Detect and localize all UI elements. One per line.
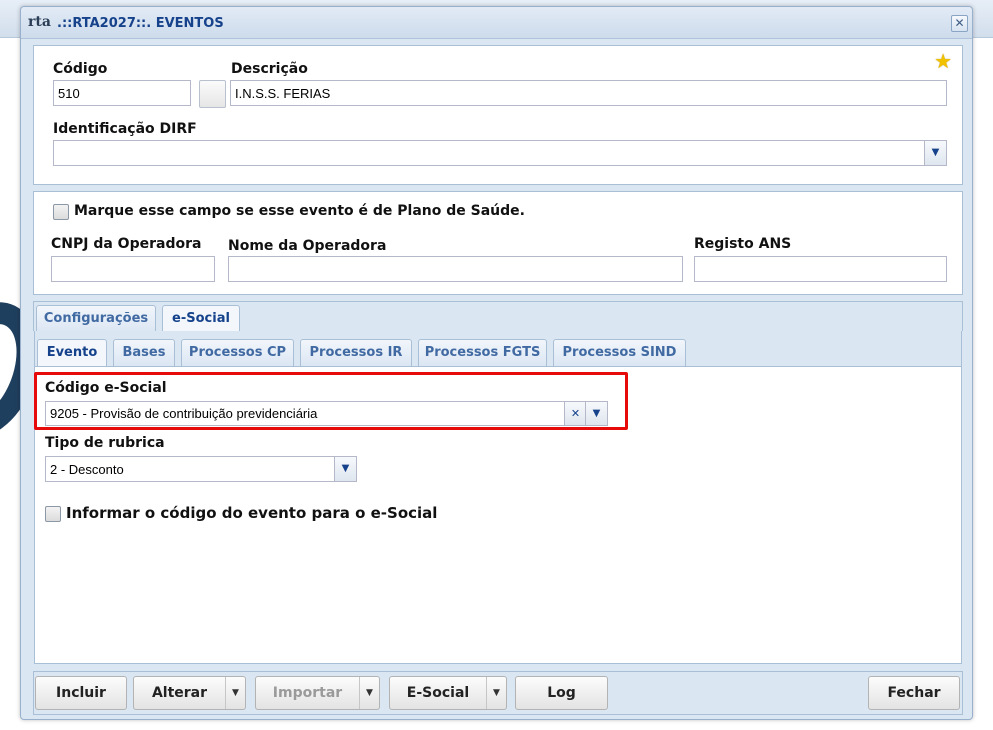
e-social-button-label: E-Social bbox=[406, 685, 470, 701]
descricao-label: Descrição bbox=[231, 61, 308, 77]
incluir-button[interactable]: Incluir bbox=[35, 676, 127, 710]
favorite-star-icon[interactable]: ★ bbox=[934, 49, 952, 73]
tipo-rubrica-select[interactable]: 2 - Desconto bbox=[45, 456, 357, 482]
dirf-label: Identificação DIRF bbox=[53, 121, 197, 137]
tab-e-social[interactable]: e-Social bbox=[162, 305, 240, 332]
log-button[interactable]: Log bbox=[515, 676, 608, 710]
codigo-lookup-button[interactable] bbox=[199, 80, 226, 108]
eventos-window: rta .::RTA2027::. EVENTOS ✕ ★ Código 510… bbox=[20, 6, 973, 720]
alterar-menu-arrow-icon[interactable]: ▼ bbox=[225, 677, 245, 709]
importar-button-label: Importar bbox=[272, 685, 343, 701]
tipo-rubrica-label: Tipo de rubrica bbox=[45, 435, 165, 451]
importar-button[interactable]: Importar ▼ bbox=[255, 676, 380, 710]
tab-configuracoes[interactable]: Configurações bbox=[36, 305, 156, 332]
e-social-button[interactable]: E-Social ▼ bbox=[389, 676, 507, 710]
tab-processos-fgts[interactable]: Processos FGTS bbox=[418, 339, 547, 366]
cnpj-field[interactable] bbox=[51, 256, 215, 282]
codigo-field[interactable]: 510 bbox=[53, 80, 191, 106]
alterar-button-label: Alterar bbox=[151, 685, 208, 701]
registo-ans-label: Registo ANS bbox=[694, 236, 792, 252]
dirf-dropdown-chevron-icon[interactable]: ▼ bbox=[924, 141, 946, 165]
importar-menu-arrow-icon[interactable]: ▼ bbox=[359, 677, 379, 709]
tab-processos-sind[interactable]: Processos SIND bbox=[553, 339, 686, 366]
fechar-button[interactable]: Fechar bbox=[868, 676, 960, 710]
informar-codigo-checkbox[interactable] bbox=[45, 506, 61, 522]
window-titlebar[interactable]: rta .::RTA2027::. EVENTOS ✕ bbox=[21, 7, 972, 39]
dirf-select[interactable] bbox=[53, 140, 947, 166]
tab-bases[interactable]: Bases bbox=[113, 339, 175, 366]
main-tab-strip: Configurações e-Social bbox=[33, 301, 963, 332]
plano-saude-checkbox-label: Marque esse campo se esse evento é de Pl… bbox=[74, 203, 525, 219]
e-social-menu-arrow-icon[interactable]: ▼ bbox=[486, 677, 506, 709]
app-logo-icon: rta bbox=[28, 14, 51, 30]
tab-processos-cp[interactable]: Processos CP bbox=[181, 339, 294, 366]
tipo-rubrica-chevron-down-icon[interactable]: ▼ bbox=[334, 457, 356, 481]
sub-tab-strip: Evento Bases Processos CP Processos IR P… bbox=[34, 331, 962, 367]
cnpj-label: CNPJ da Operadora bbox=[51, 236, 202, 252]
codigo-label: Código bbox=[53, 61, 108, 77]
registo-ans-field[interactable] bbox=[694, 256, 947, 282]
descricao-field[interactable]: I.N.S.S. FERIAS bbox=[230, 80, 947, 106]
nome-operadora-field[interactable] bbox=[228, 256, 683, 282]
window-title: .::RTA2027::. EVENTOS bbox=[57, 16, 224, 31]
alterar-button[interactable]: Alterar ▼ bbox=[133, 676, 246, 710]
tab-evento[interactable]: Evento bbox=[37, 339, 107, 366]
bottom-toolbar: Incluir Alterar ▼ Importar ▼ E-Social ▼ … bbox=[33, 671, 963, 715]
tab-processos-ir[interactable]: Processos IR bbox=[300, 339, 412, 366]
close-window-button[interactable]: ✕ bbox=[951, 15, 968, 32]
plano-saude-checkbox[interactable] bbox=[53, 204, 69, 220]
codigo-esocial-highlight-box bbox=[34, 372, 628, 430]
header-panel: ★ Código 510 Descrição I.N.S.S. FERIAS I… bbox=[33, 45, 963, 185]
nome-operadora-label: Nome da Operadora bbox=[228, 238, 387, 254]
informar-codigo-label: Informar o código do evento para o e-Soc… bbox=[66, 504, 438, 522]
plano-saude-panel: Marque esse campo se esse evento é de Pl… bbox=[33, 191, 963, 295]
